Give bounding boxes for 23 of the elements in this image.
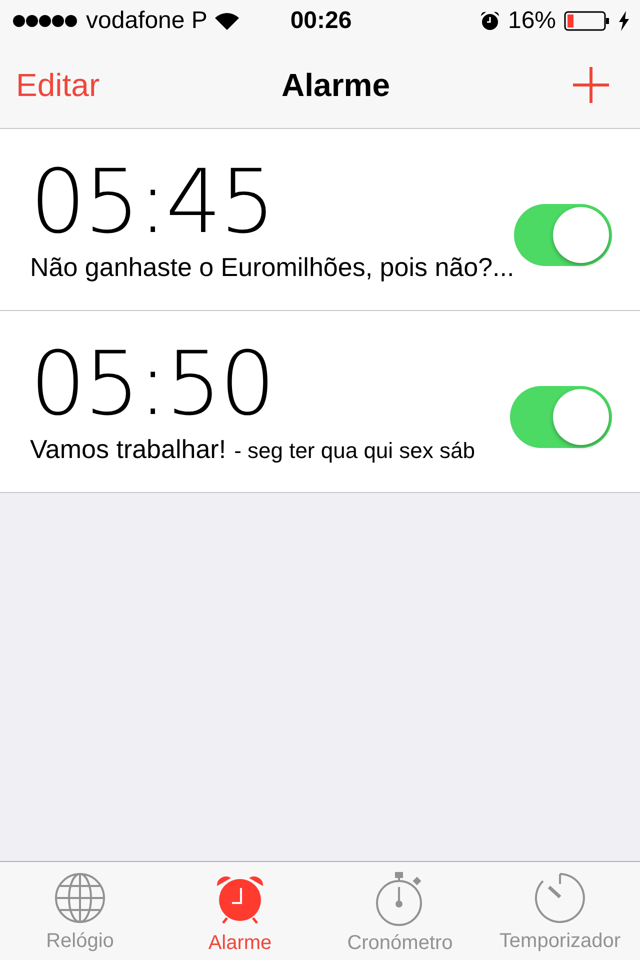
tab-bar-item[interactable]: Cronómetro xyxy=(320,862,480,960)
plus-icon xyxy=(572,66,610,104)
alarm-time: 05:50 xyxy=(30,338,275,430)
battery-percent: 16% xyxy=(508,7,556,35)
signal-icon xyxy=(12,14,78,28)
alarm-repeat-days: - seg ter qua qui sex sáb xyxy=(234,438,475,464)
battery-icon xyxy=(564,11,610,31)
add-button[interactable] xyxy=(572,66,610,104)
tab-bar-item[interactable]: Temporizador xyxy=(480,862,640,960)
alarm-clock-icon xyxy=(480,11,500,31)
alarm-time: 05:45 xyxy=(30,156,275,248)
alarm-label: Vamos trabalhar! xyxy=(30,434,226,466)
tab-bar-item[interactable]: Alarme xyxy=(160,862,320,960)
alarm-label: Não ganhaste o Euromilhões, pois não?... xyxy=(30,252,514,284)
charging-bolt-icon xyxy=(618,11,630,31)
globe-icon xyxy=(54,872,106,924)
nav-title: Alarme xyxy=(282,66,390,104)
edit-button[interactable]: Editar xyxy=(16,66,100,104)
timer-icon xyxy=(534,872,586,924)
carrier-name: vodafone P xyxy=(86,7,208,35)
wifi-icon xyxy=(215,12,240,30)
tab-bar-item[interactable]: Relógio xyxy=(0,862,160,960)
status-time: 00:26 xyxy=(290,7,352,35)
